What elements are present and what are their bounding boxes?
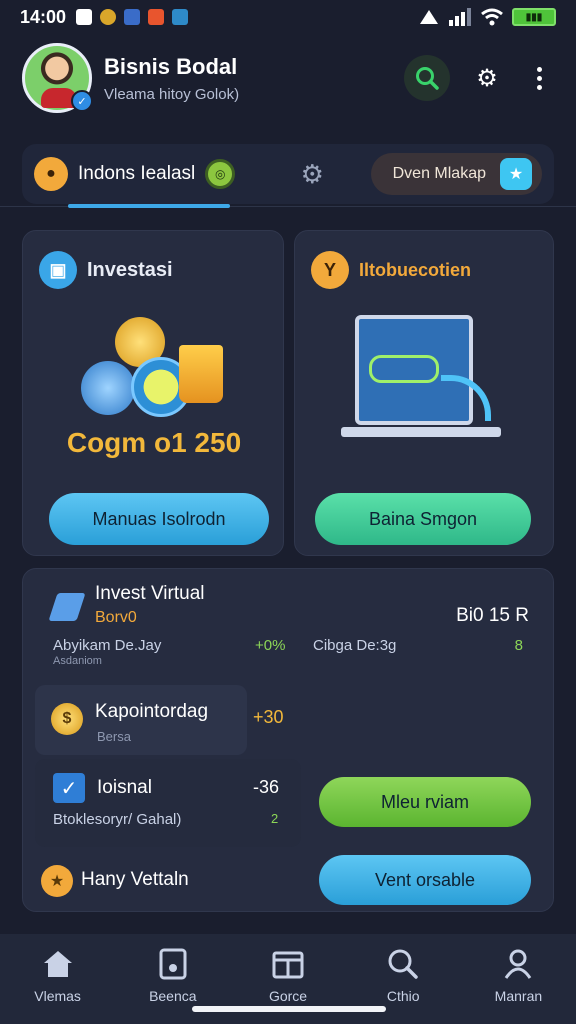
profile-icon bbox=[498, 944, 538, 984]
row1-left-sublabel: Asdaniom bbox=[53, 655, 102, 667]
introduction-action-button[interactable]: Baina Smgon bbox=[315, 493, 531, 545]
nav-label-beenca: Beenca bbox=[149, 988, 197, 1004]
nav-item-manran[interactable]: Manran bbox=[461, 934, 576, 1024]
wifi-icon bbox=[481, 8, 503, 26]
star-badge-icon: ★ bbox=[41, 865, 73, 897]
laptop-illustration bbox=[341, 315, 501, 459]
introduction-card-title: Iltobuecotien bbox=[359, 259, 471, 280]
system-status-icons: ▮▮▮ bbox=[418, 8, 556, 26]
tab-pill-button[interactable]: Dven Mlakap ★ bbox=[370, 153, 542, 195]
coin-icon: $ bbox=[51, 703, 83, 735]
coin-notification-icon bbox=[100, 9, 117, 25]
target-badge-icon: ◎ bbox=[205, 159, 236, 189]
ioisnal-value-sub: 2 bbox=[271, 811, 279, 826]
box-notification-icon bbox=[172, 9, 189, 25]
investasi-card-title: Investasi bbox=[87, 258, 173, 281]
laptop-base bbox=[341, 427, 501, 437]
profile-name: Bisnis Bodal bbox=[104, 53, 238, 79]
photo-notification-icon bbox=[148, 9, 165, 25]
avatar[interactable]: ✓ bbox=[22, 43, 93, 113]
nav-label-home: Vlemas bbox=[34, 988, 81, 1004]
invest-virtual-subtitle: Borv0 bbox=[95, 609, 137, 626]
row1-left-label: Abyikam De.Jay bbox=[53, 637, 162, 654]
cup-icon bbox=[179, 345, 223, 403]
tab-pill-label: Dven Mlakap bbox=[392, 165, 486, 182]
investasi-card-header: ▣ Investasi bbox=[39, 251, 173, 289]
invest-virtual-panel: Invest Virtual Borv0 Bi0 15 R Abyikam De… bbox=[22, 568, 554, 912]
header-actions: ⚙ bbox=[404, 55, 554, 101]
gear-icon: ⚙ bbox=[476, 64, 498, 92]
signal-icon bbox=[449, 8, 471, 26]
tab-active[interactable]: ● Indons Iealasl ◎ bbox=[34, 157, 236, 191]
star-icon: ★ bbox=[500, 158, 532, 190]
nav-label-gorce: Gorce bbox=[268, 988, 308, 1004]
more-menu-button[interactable] bbox=[524, 55, 554, 101]
mleu-rviam-button[interactable]: Mleu rviam bbox=[319, 777, 531, 827]
kapointordag-subtitle: Bersa bbox=[97, 729, 131, 744]
kebab-icon bbox=[529, 66, 549, 90]
notification-app-icon bbox=[76, 9, 93, 25]
nav-label-cthio: Cthio bbox=[386, 988, 420, 1004]
info-icon: Y bbox=[311, 251, 349, 289]
profile-header: ✓ Bisnis Bodal Vleama hitoy Golok) ⚙ bbox=[22, 42, 554, 114]
battery-icon: ▮▮▮ bbox=[512, 8, 556, 26]
introduction-card-header: Y Iltobuecotien bbox=[311, 251, 471, 289]
laptop-chart-line bbox=[369, 355, 439, 383]
investasi-card[interactable]: ▣ Investasi Cogm o1 250 Manuas Isolrodn bbox=[22, 230, 284, 556]
tablet-icon bbox=[153, 944, 193, 984]
verified-badge-icon: ✓ bbox=[71, 90, 93, 112]
chart-trend-icon bbox=[48, 593, 86, 621]
row1-mid-label: Cibga De:3g bbox=[313, 637, 397, 654]
profile-text: Bisnis Bodal Vleama hitoy Golok) bbox=[104, 54, 239, 103]
kapointordag-value: +30 bbox=[253, 707, 284, 727]
investasi-action-button[interactable]: Manuas Isolrodn bbox=[49, 493, 269, 545]
home-icon bbox=[38, 944, 78, 984]
wallet-icon: ▣ bbox=[39, 251, 77, 289]
nav-label-manran: Manran bbox=[494, 988, 543, 1004]
ioisnal-item[interactable]: ✓ Ioisnal Btoklesoryr/ Gahal) -36 2 bbox=[35, 759, 301, 847]
settings-button[interactable]: ⚙ bbox=[464, 55, 510, 101]
introduction-card[interactable]: Y Iltobuecotien Baina Smgon bbox=[294, 230, 554, 556]
nav-item-home[interactable]: Vlemas bbox=[0, 934, 115, 1024]
tab-active-label: Indons Iealasl bbox=[78, 163, 196, 184]
notification-icons bbox=[76, 9, 189, 25]
investasi-amount: Cogm o1 250 bbox=[66, 427, 242, 458]
tab-bar: ● Indons Iealasl ◎ ⚙ Dven Mlakap ★ bbox=[22, 144, 554, 204]
profile-subtitle: Vleama hitoy Golok) bbox=[104, 85, 240, 103]
coins-illustration bbox=[79, 317, 229, 427]
row1-right-value: 8 bbox=[514, 637, 523, 654]
cast-icon bbox=[420, 10, 438, 24]
coin-icon: ● bbox=[34, 157, 68, 191]
kapointordag-item[interactable]: $ Kapointordag Bersa bbox=[35, 685, 247, 755]
checkbox-icon: ✓ bbox=[53, 773, 85, 803]
vent-orsable-button[interactable]: Vent orsable bbox=[319, 855, 531, 905]
ioisnal-subtitle: Btoklesoryr/ Gahal) bbox=[53, 811, 182, 828]
status-time: 14:00 bbox=[20, 6, 67, 27]
chart-arrow-icon bbox=[441, 375, 491, 421]
search-icon bbox=[383, 944, 423, 984]
grid-notification-icon bbox=[124, 9, 141, 25]
calendar-icon bbox=[268, 944, 308, 984]
search-icon bbox=[416, 67, 439, 90]
tab-active-indicator bbox=[68, 204, 230, 208]
home-indicator[interactable] bbox=[192, 1006, 386, 1012]
tab-settings-icon[interactable]: ⚙ bbox=[295, 157, 329, 191]
invest-virtual-value: Bi0 15 R bbox=[456, 605, 529, 626]
row1-value: +0% bbox=[255, 637, 286, 654]
kapointordag-title: Kapointordag bbox=[95, 701, 209, 722]
invest-virtual-title: Invest Virtual bbox=[95, 583, 205, 604]
search-button[interactable] bbox=[404, 55, 450, 101]
hany-vettaln-label: Hany Vettaln bbox=[81, 869, 189, 890]
ioisnal-title: Ioisnal bbox=[97, 777, 152, 798]
status-bar: 14:00 ▮▮▮ bbox=[0, 0, 576, 34]
coin-stack-blue bbox=[81, 361, 135, 415]
ioisnal-value: -36 bbox=[253, 777, 280, 797]
